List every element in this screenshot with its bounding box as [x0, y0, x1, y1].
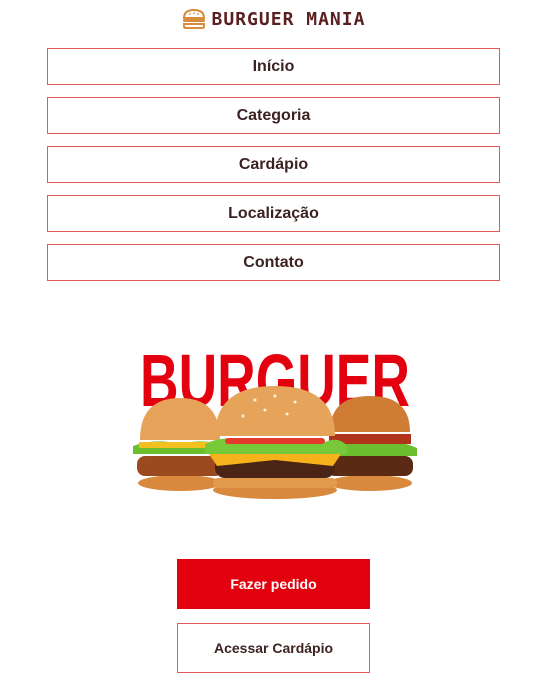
nav-item-categoria[interactable]: Categoria [47, 97, 500, 134]
hero-image: BURGUER [125, 338, 425, 503]
main-nav: Início Categoria Cardápio Localização Co… [47, 48, 500, 293]
burger-icon [182, 8, 205, 29]
menu-button[interactable]: Acessar Cardápio [177, 623, 370, 673]
nav-item-contato[interactable]: Contato [47, 244, 500, 281]
order-button[interactable]: Fazer pedido [177, 559, 370, 609]
nav-item-inicio[interactable]: Início [47, 48, 500, 85]
nav-item-cardapio[interactable]: Cardápio [47, 146, 500, 183]
nav-item-localizacao[interactable]: Localização [47, 195, 500, 232]
burger-hero-graphic: BURGUER [133, 339, 417, 499]
site-logo[interactable]: BURGUER MANIA [0, 6, 547, 32]
brand-name: BURGUER MANIA [211, 8, 366, 30]
